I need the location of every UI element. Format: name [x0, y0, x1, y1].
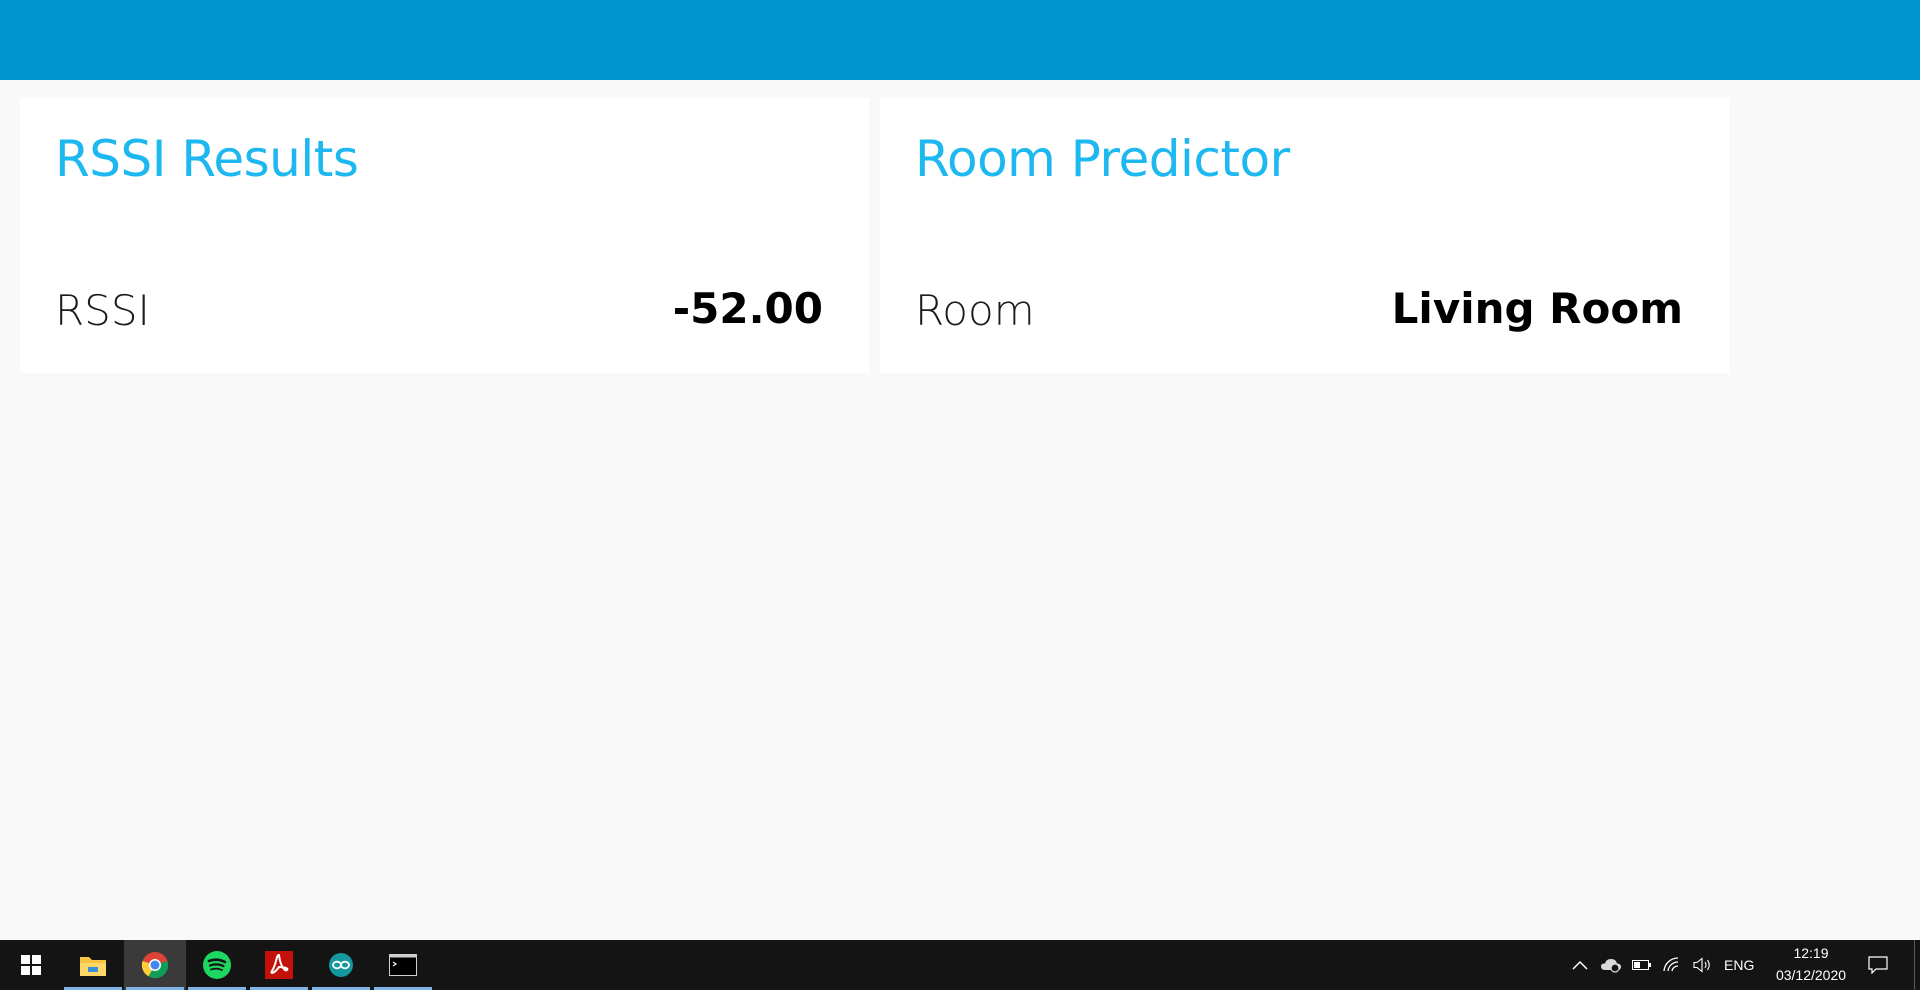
- cloud-sync-icon: [1601, 959, 1621, 973]
- acrobat-icon: [265, 951, 293, 979]
- terminal-icon: [389, 954, 417, 976]
- show-desktop-button[interactable]: [1914, 940, 1915, 990]
- taskbar-spotify[interactable]: [186, 940, 248, 990]
- battery-tray[interactable]: [1628, 940, 1656, 990]
- card-title: Room Predictor: [915, 130, 1290, 188]
- show-hidden-icons-button[interactable]: [1566, 940, 1594, 990]
- chevron-up-icon: [1572, 960, 1588, 970]
- rssi-label: RSSI: [55, 286, 150, 335]
- onedrive-tray[interactable]: [1597, 940, 1625, 990]
- clock-time[interactable]: 12:19: [1790, 945, 1832, 961]
- speaker-icon: [1693, 957, 1710, 973]
- chrome-icon: [141, 952, 169, 979]
- file-explorer-icon: [80, 957, 106, 976]
- rssi-value: -52.00: [672, 284, 823, 333]
- wifi-icon: [1663, 957, 1679, 972]
- notification-icon: [1868, 956, 1888, 974]
- clock-date[interactable]: 03/12/2020: [1768, 967, 1854, 983]
- battery-icon: [1632, 960, 1651, 970]
- card-title: RSSI Results: [55, 130, 359, 188]
- start-button[interactable]: [0, 940, 62, 990]
- windows-start-icon: [21, 955, 41, 975]
- taskbar-terminal[interactable]: [372, 940, 434, 990]
- action-center-button[interactable]: [1864, 940, 1892, 990]
- network-tray[interactable]: [1658, 940, 1686, 990]
- taskbar-file-explorer[interactable]: [62, 940, 124, 990]
- room-predictor-card: Room Predictor Room Living Room: [880, 98, 1729, 373]
- room-label: Room: [915, 286, 1035, 335]
- spotify-icon: [203, 951, 231, 979]
- taskbar-acrobat[interactable]: [248, 940, 310, 990]
- input-language[interactable]: ENG: [1724, 957, 1754, 973]
- volume-tray[interactable]: [1688, 940, 1716, 990]
- rssi-results-card: RSSI Results RSSI -52.00: [20, 98, 869, 373]
- taskbar-arduino[interactable]: [310, 940, 372, 990]
- room-value: Living Room: [1391, 284, 1683, 333]
- app-header: [0, 0, 1920, 80]
- arduino-icon: [329, 953, 353, 977]
- taskbar: ENG 12:19 03/12/2020: [0, 940, 1920, 990]
- taskbar-chrome[interactable]: [124, 940, 186, 990]
